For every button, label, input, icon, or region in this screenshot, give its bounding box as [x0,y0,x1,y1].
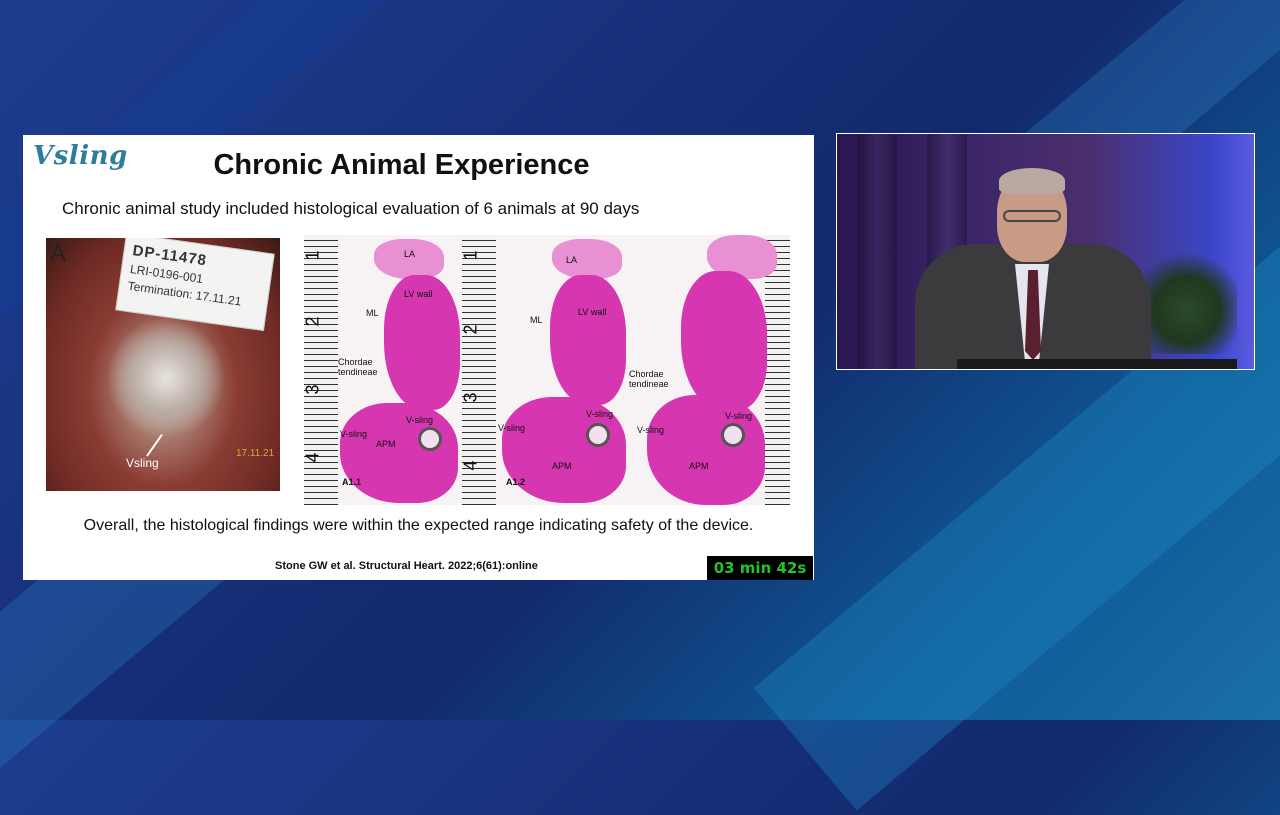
date-stamp: 17.11.21 [236,448,275,459]
plant [1137,244,1237,354]
tissue-region [106,318,226,438]
tissue-stain [681,271,767,411]
ruler-number: 2 [304,316,323,327]
label-lv-wall: LV wall [578,307,607,317]
slide-subtitle: Chronic animal study included histologic… [62,199,640,218]
panel-id: A1.1 [342,477,362,487]
label-apm: APM [376,439,396,449]
podium [957,359,1237,369]
speaker-video-feed [836,133,1255,370]
slide-title: Chronic Animal Experience [213,149,590,181]
curtain [857,134,897,369]
vsling-label: Vsling [126,456,159,470]
tissue-stain [552,239,622,279]
label-ml: ML [530,315,543,325]
ruler-number: 2 [462,324,481,335]
specimen-photo: A DP-11478 LRI-0196-001 Termination: 17.… [46,238,280,491]
panel-id: A1.2 [506,477,526,487]
countdown-timer: 03 min 42s [707,556,813,580]
ruler-number: 4 [462,460,481,471]
slide-citation: Stone GW et al. Structural Heart. 2022;6… [275,560,538,572]
label-chordae: Chordae tendineae [338,357,378,377]
label-lv-wall: LV wall [404,289,433,299]
tissue-stain [374,239,444,279]
label-apm: APM [552,461,572,471]
speaker-hair [999,168,1065,194]
label-v-sling: V-sling [498,423,526,433]
speaker-glasses [1003,210,1061,222]
label-la: LA [566,255,578,265]
slide-conclusion: Overall, the histological findings were … [83,517,754,534]
label-la: LA [404,249,416,259]
label-v-sling: V-sling [586,409,614,419]
tissue-stain [340,403,458,503]
ruler-number: 3 [462,392,481,403]
presentation-slide: Vsling Chronic Animal Experience Chronic… [23,135,814,580]
ruler-number: 1 [462,250,481,261]
histology-panel-2: 1 2 3 4 LA LV wall ML V-sling V-sling AP… [462,235,627,505]
vsling-ring [586,423,610,447]
ruler-number: 4 [304,452,323,463]
tissue-stain [550,275,626,405]
ruler-number: 1 [304,250,323,261]
label-v-sling: V-sling [340,429,368,439]
label-ml: ML [366,308,379,318]
histology-panel-1: 1 2 3 4 LA LV wall ML Chordae tendineae … [304,235,462,505]
histology-panel-3: Chordae tendineae V-sling V-sling APM [627,235,790,505]
ruler-number: 3 [304,384,323,395]
label-v-sling: V-sling [637,425,665,435]
vsling-ring [721,423,745,447]
ruler [304,235,338,505]
panel-letter: A [50,240,67,267]
ruler [765,235,790,505]
label-chordae: Chordae tendineae [629,369,669,389]
label-apm: APM [689,461,709,471]
label-v-sling: V-sling [725,411,753,421]
label-v-sling: V-sling [406,415,434,425]
vsling-ring [418,427,442,451]
